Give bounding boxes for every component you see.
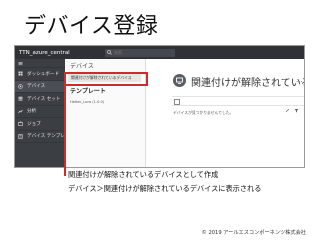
sidebar-item-device-templates[interactable]: デバイス テンプレート [15, 131, 74, 143]
copyright-footer: © 2019 アールエスコンポーネンツ株式会社 [201, 230, 306, 236]
sidebar-item-jobs[interactable]: ジョブ [15, 118, 65, 131]
templates-heading: テンプレート [70, 88, 106, 95]
sidebar-item-analytics[interactable]: 分析 [15, 106, 65, 118]
dashboard-icon [18, 71, 23, 76]
sidebar-item-label: ダッシュボード [27, 71, 60, 77]
app-name: TTN_azure_central [19, 49, 70, 56]
sidebar: ダッシュボード デバイス デバイス セット 分析 ジョブ デバイス テンプレート [15, 59, 74, 167]
more-options-button[interactable]: ... [296, 76, 303, 84]
edit-icon[interactable] [285, 98, 290, 117]
sidebar-item-dashboard[interactable]: ダッシュボード [15, 68, 65, 81]
app-window: TTN_azure_central ダッシュボード デバイス [14, 45, 305, 168]
search-input[interactable] [112, 49, 174, 56]
menu-icon [18, 61, 23, 66]
panel-heading: デバイス [70, 63, 94, 70]
sidebar-item-label: 分析 [27, 109, 37, 115]
device-detail-panel: 関連付けが解除されている... ... デバイスが見つかりませんでした。 [146, 59, 304, 167]
device-set-icon [18, 96, 23, 101]
filter-icon[interactable] [294, 98, 299, 117]
top-bar: TTN_azure_central [15, 46, 304, 59]
sidebar-item-device-sets[interactable]: デバイス セット [15, 93, 65, 106]
empty-message: デバイスが見つかりませんでした。 [173, 110, 234, 115]
toolbar-icons [285, 98, 304, 117]
callout-text-line2: デバイス＞関連付けが解除されているデバイスに表示される [68, 184, 262, 193]
slide-title: デバイス登録 [24, 14, 159, 39]
jobs-icon [18, 121, 23, 127]
search-box[interactable] [105, 48, 175, 57]
callout-text-line1: 関連付けが解除されているデバイスとして作成 [68, 170, 219, 179]
device-group-icon [173, 74, 186, 87]
delete-icon[interactable] [303, 98, 304, 117]
callout-line [64, 85, 66, 176]
sidebar-item-label: デバイス [27, 84, 46, 90]
sidebar-item-label: ジョブ [27, 121, 41, 127]
analytics-icon [18, 109, 23, 114]
template-item[interactable]: Heltec_Lora (1.0.0) [70, 100, 104, 104]
sidebar-item-label: デバイス セット [27, 96, 61, 102]
panel-title: 関連付けが解除されている... [191, 78, 304, 89]
sidebar-menu-toggle[interactable] [15, 59, 65, 68]
device-icon [18, 84, 23, 89]
device-table-header [172, 96, 304, 113]
highlight-box [64, 72, 148, 86]
select-all-checkbox[interactable] [174, 98, 180, 105]
template-icon [18, 133, 23, 139]
sidebar-item-devices[interactable]: デバイス [15, 80, 65, 93]
